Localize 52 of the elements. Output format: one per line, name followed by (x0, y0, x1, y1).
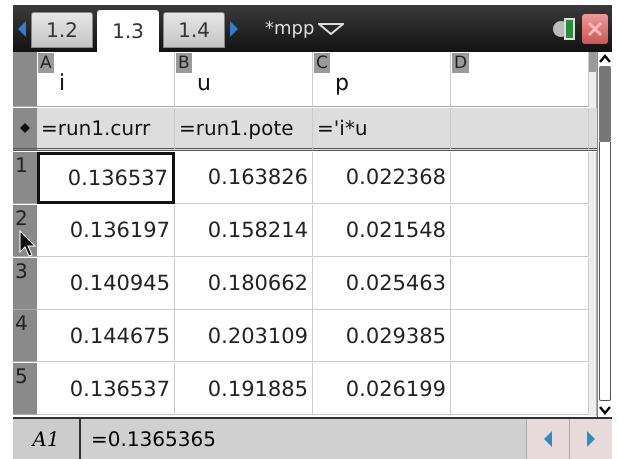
table-cell[interactable]: 0.136537 (37, 152, 175, 204)
table-cell[interactable]: 0.026199 (313, 363, 451, 416)
previous-button[interactable] (526, 419, 569, 459)
table-cell[interactable]: 0.144675 (37, 310, 175, 362)
battery-icon (552, 16, 578, 42)
cell-reference: A1 (13, 419, 81, 459)
table-cell[interactable]: 0.029385 (313, 310, 451, 362)
column-header[interactable]: B u (175, 52, 313, 107)
table-cell[interactable]: 0.136197 (37, 204, 175, 257)
right-arrow-icon (586, 430, 596, 448)
row-number[interactable]: 5 (13, 363, 37, 416)
column-letter-stub (589, 52, 596, 72)
table-cell[interactable]: 0.158214 (175, 204, 313, 257)
close-icon (587, 20, 603, 36)
table-cell[interactable]: 0.021548 (313, 204, 451, 257)
table-cell[interactable]: 0.180662 (175, 258, 313, 310)
column-header[interactable]: A i (37, 52, 175, 107)
column-header[interactable]: C p (313, 52, 451, 107)
table-cell[interactable]: 0.140945 (37, 258, 175, 310)
row-number[interactable]: 1 (13, 152, 37, 204)
left-arrow-icon (543, 430, 553, 448)
column-name: u (197, 71, 211, 96)
table-cell[interactable]: 0.022368 (313, 152, 451, 204)
formula-cell[interactable]: ='i*u (313, 108, 451, 151)
close-button[interactable] (582, 14, 608, 44)
table-cell[interactable]: 0.136537 (37, 363, 175, 416)
column-name: i (59, 71, 66, 96)
table-cell[interactable]: 0.163826 (175, 152, 313, 204)
next-arrow-icon[interactable] (229, 18, 239, 38)
scroll-thumb[interactable] (599, 66, 611, 142)
formula-cell[interactable]: =run1.curr (37, 108, 175, 151)
row-number[interactable]: 4 (13, 310, 37, 362)
column-letter: D (452, 53, 470, 73)
page-tab[interactable]: 1.3 (97, 10, 159, 52)
previous-arrow-icon[interactable] (17, 18, 27, 38)
diamond-icon (20, 122, 30, 133)
entry-line-field[interactable]: =0.1365365 (81, 419, 526, 459)
table-cell[interactable]: 0.203109 (175, 310, 313, 362)
formula-cell[interactable] (451, 108, 589, 151)
table-cell[interactable]: 0.191885 (175, 363, 313, 416)
column-letter: A (38, 53, 54, 73)
row-number[interactable]: 3 (13, 258, 37, 310)
pointer-icon (19, 230, 37, 258)
formula-cell[interactable]: =run1.pote (175, 108, 313, 151)
page-tab[interactable]: 1.2 (31, 12, 93, 48)
column-letter: B (176, 53, 192, 73)
column-name: p (335, 71, 349, 96)
dropdown-caret-icon[interactable] (318, 22, 344, 34)
table-cell[interactable]: 0.025463 (313, 258, 451, 310)
page-tab[interactable]: 1.4 (163, 12, 225, 48)
column-letter: C (314, 53, 330, 73)
document-title[interactable]: *mpp (265, 18, 314, 39)
